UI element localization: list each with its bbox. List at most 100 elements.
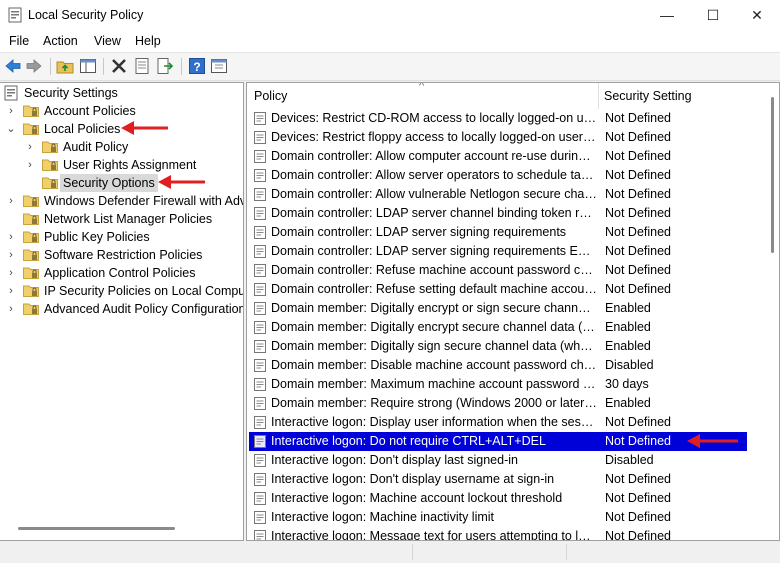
menu-view[interactable]: View [94,34,121,48]
back-icon[interactable] [4,57,22,75]
horizontal-scrollbar[interactable] [18,527,175,530]
policy-row[interactable]: Domain member: Require strong (Windows 2… [249,394,747,413]
policy-item-icon [254,340,266,353]
policy-setting: Not Defined [605,130,672,144]
policy-name: Interactive logon: Machine inactivity li… [271,510,495,524]
policy-item-icon [254,511,266,524]
tree-item-network-list-manager-policies[interactable]: Network List Manager Policies [0,210,243,228]
policy-row[interactable]: Domain controller: Allow computer accoun… [249,147,747,166]
policy-row[interactable]: Devices: Restrict CD-ROM access to local… [249,109,747,128]
policy-row[interactable]: Domain member: Digitally encrypt or sign… [249,299,747,318]
tree-item-ip-security-policies-on-local-compute[interactable]: › IP Security Policies on Local Compute [0,282,243,300]
policy-row[interactable]: Domain controller: Refuse setting defaul… [249,280,747,299]
policy-name: Domain controller: Refuse machine accoun… [271,263,597,277]
policy-setting: Not Defined [605,434,672,448]
policy-row[interactable]: Interactive logon: Don't display last si… [249,451,747,470]
collapsed-chevron-icon[interactable]: › [6,192,16,210]
policy-row[interactable]: Domain member: Digitally encrypt secure … [249,318,747,337]
menu-action[interactable]: Action [43,34,78,48]
svg-text:?: ? [193,60,200,74]
policy-name: Devices: Restrict floppy access to local… [271,130,597,144]
help-icon[interactable]: ? [188,57,206,75]
policy-row[interactable]: Interactive logon: Don't display usernam… [249,470,747,489]
export-list-icon[interactable] [156,57,174,75]
policy-folder-icon [42,159,58,171]
policy-row[interactable]: Interactive logon: Message text for user… [249,527,747,540]
menu-help[interactable]: Help [135,34,161,48]
policy-item-icon [254,378,266,391]
policy-row[interactable]: Interactive logon: Machine account locko… [249,489,747,508]
policy-folder-icon [23,303,39,315]
policy-setting: Not Defined [605,415,672,429]
policy-row[interactable]: Domain controller: Refuse machine accoun… [249,261,747,280]
tree-item-windows-defender-firewall-with-adva[interactable]: › Windows Defender Firewall with Adva [0,192,243,210]
policy-setting: Enabled [605,301,651,315]
policy-item-icon [254,454,266,467]
collapsed-chevron-icon[interactable]: › [6,246,16,264]
column-header-policy[interactable]: Policy [254,83,287,109]
console-icon[interactable] [210,57,228,75]
tree-item-public-key-policies[interactable]: › Public Key Policies [0,228,243,246]
policy-item-icon [254,226,266,239]
expanded-chevron-icon[interactable]: ⌄ [6,120,16,138]
forward-icon[interactable] [25,57,43,75]
policy-row[interactable]: Domain member: Maximum machine account p… [249,375,747,394]
collapsed-chevron-icon[interactable]: › [6,102,16,120]
policy-name: Domain member: Digitally encrypt or sign… [271,301,597,315]
policy-setting: Not Defined [605,168,672,182]
policy-row[interactable]: Domain controller: Allow vulnerable Netl… [249,185,747,204]
delete-icon[interactable] [110,57,128,75]
policy-setting: Not Defined [605,187,672,201]
tree-item-advanced-audit-policy-configuration[interactable]: › Advanced Audit Policy Configuration [0,300,243,318]
policy-row[interactable]: Domain member: Disable machine account p… [249,356,747,375]
policy-name: Devices: Restrict CD-ROM access to local… [271,111,597,125]
scrollbar-thumb[interactable] [771,97,774,253]
tree-item-label: Security Options [60,174,158,192]
policy-item-icon [254,530,266,540]
collapsed-chevron-icon[interactable]: › [25,156,35,174]
policy-folder-icon [23,231,39,243]
policy-name: Domain member: Disable machine account p… [271,358,597,372]
tree-item-audit-policy[interactable]: › Audit Policy [0,138,243,156]
collapsed-chevron-icon[interactable]: › [6,282,16,300]
policy-row[interactable]: Interactive logon: Machine inactivity li… [249,508,747,527]
policy-name: Domain controller: Refuse setting defaul… [271,282,597,296]
policy-row[interactable]: Domain controller: LDAP server signing r… [249,223,747,242]
menu-file[interactable]: File [9,34,29,48]
tree-pane[interactable]: Security Settings › Account Policies ⌄ Loca… [0,82,244,541]
tree-item-application-control-policies[interactable]: › Application Control Policies [0,264,243,282]
window-title: Local Security Policy [28,8,144,22]
maximize-button[interactable]: ☐ [690,0,736,30]
vertical-scrollbar[interactable] [767,83,778,539]
close-button[interactable]: ✕ [734,0,780,30]
tree-item-software-restriction-policies[interactable]: › Software Restriction Policies [0,246,243,264]
policy-name: Domain controller: LDAP server channel b… [271,206,597,220]
policy-row[interactable]: Interactive logon: Do not require CTRL+A… [249,432,747,451]
policy-item-icon [254,112,266,125]
policy-row[interactable]: Interactive logon: Display user informat… [249,413,747,432]
collapsed-chevron-icon[interactable]: › [6,264,16,282]
policy-row[interactable]: Devices: Restrict floppy access to local… [249,128,747,147]
column-header-security-setting[interactable]: Security Setting [604,83,692,109]
title-bar[interactable]: Local Security Policy — ☐ ✕ [0,0,780,30]
tree-item-label: Local Policies [44,122,121,136]
policy-row[interactable]: Domain controller: LDAP server signing r… [249,242,747,261]
annotation-arrow-ctrl-alt-del [687,434,738,448]
policy-setting: Not Defined [605,244,672,258]
collapsed-chevron-icon[interactable]: › [6,300,16,318]
policy-row[interactable]: Domain member: Digitally sign secure cha… [249,337,747,356]
policy-setting: Not Defined [605,111,672,125]
collapsed-chevron-icon[interactable]: › [25,138,35,156]
properties-icon[interactable] [133,57,151,75]
minimize-button[interactable]: — [644,0,690,30]
show-hide-tree-icon[interactable] [79,57,97,75]
policy-setting: Not Defined [605,149,672,163]
menu-bar: File Action View Help [0,30,780,52]
up-folder-icon[interactable] [56,57,74,75]
policy-setting: Not Defined [605,491,672,505]
policy-row[interactable]: Domain controller: LDAP server channel b… [249,204,747,223]
policy-item-icon [254,473,266,486]
collapsed-chevron-icon[interactable]: › [6,228,16,246]
policy-row[interactable]: Domain controller: Allow server operator… [249,166,747,185]
policy-name: Domain member: Digitally encrypt secure … [271,320,597,334]
